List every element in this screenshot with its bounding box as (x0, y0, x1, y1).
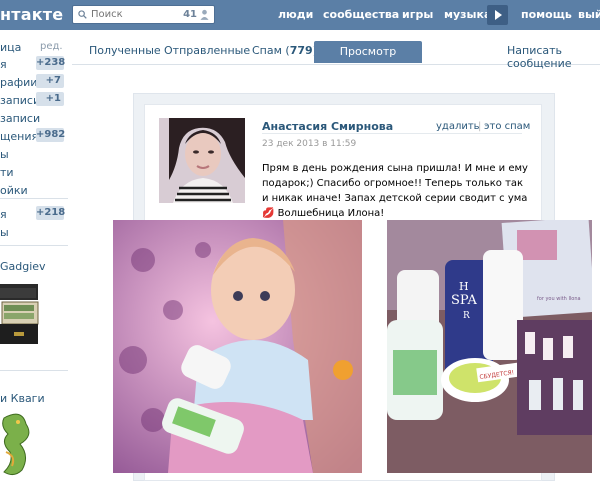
sidebar-badge[interactable]: +218 (36, 206, 65, 220)
author-avatar[interactable] (159, 118, 245, 203)
nav-help[interactable]: помощь (521, 8, 572, 21)
ad-title[interactable]: и Кваги (0, 392, 45, 405)
dragon-image[interactable] (0, 408, 36, 478)
action-separator: | (478, 121, 482, 132)
sidebar-divider (0, 370, 68, 371)
box-label: for you with Ilona (537, 296, 581, 302)
play-button[interactable] (487, 5, 508, 25)
sidebar-item-apps[interactable]: я (0, 208, 7, 221)
sidebar-item-messages[interactable]: щения (0, 130, 38, 143)
message-author[interactable]: Анастасия Смирнова (262, 120, 393, 133)
nav-communities[interactable]: сообщества (323, 8, 399, 21)
sidebar-item-news[interactable]: ти (0, 166, 14, 179)
search-icon (78, 10, 87, 19)
nav-music[interactable]: музыка (444, 8, 491, 21)
report-spam-link[interactable]: это спам (484, 121, 530, 132)
nav-people[interactable]: люди (278, 8, 313, 21)
sidebar-item-friends[interactable]: я (0, 58, 7, 71)
tab-spam[interactable]: Спам (779) (252, 44, 317, 57)
nav-logout[interactable]: вый (578, 8, 600, 21)
nav-games[interactable]: игры (402, 8, 433, 21)
left-sidebar: ица ред. я +238 рафии +7 записи +1 запис… (0, 30, 72, 479)
message-date: 23 дек 2013 в 11:59 (262, 139, 357, 149)
sidebar-item-groups[interactable]: ы (0, 148, 9, 161)
sidebar-item-audio[interactable]: записи (0, 112, 40, 125)
message-text: Прям в день рождения сына пришла! И мне … (262, 163, 528, 219)
tab-view-message[interactable]: Просмотр сообщения (314, 41, 422, 80)
sidebar-badge[interactable]: +1 (36, 92, 64, 106)
search-count: 41 (183, 9, 197, 20)
sidebar-edit-link[interactable]: ред. (40, 41, 63, 52)
sidebar-badge[interactable]: +7 (36, 74, 64, 88)
top-header: нтакте 41 люди сообщества игры музыка по… (0, 0, 600, 30)
sidebar-divider (0, 198, 68, 199)
brand-h: H (459, 280, 469, 293)
attached-photo-baby[interactable] (113, 220, 362, 473)
header-divider (262, 133, 522, 134)
delete-link[interactable]: удалить (436, 121, 480, 132)
sidebar-item-games[interactable]: ы (0, 226, 9, 239)
tab-spam-label: Спам (252, 44, 282, 57)
brand-r: R (463, 311, 470, 321)
sidebar-divider (0, 245, 68, 246)
sidebar-item-videos[interactable]: записи (0, 94, 40, 107)
spam-count: 779 (289, 44, 313, 57)
tab-received[interactable]: Полученные (89, 44, 161, 57)
sidebar-badge[interactable]: +982 (36, 128, 65, 142)
briefcase-image[interactable] (0, 276, 40, 356)
tab-write-message[interactable]: Написать сообщение (507, 44, 600, 70)
site-logo[interactable]: нтакте (0, 5, 63, 24)
brand-spa: SPA (451, 293, 477, 308)
sidebar-item-page[interactable]: ица (0, 41, 21, 54)
tab-sent[interactable]: Отправленные (164, 44, 250, 57)
ad-title[interactable]: Gadgiev (0, 260, 46, 273)
sidebar-badge[interactable]: +238 (36, 56, 65, 70)
sidebar-item-photos[interactable]: рафии (0, 76, 37, 89)
sidebar-item-settings[interactable]: ойки (0, 184, 28, 197)
person-icon[interactable] (200, 9, 209, 20)
search-box[interactable]: 41 (72, 5, 215, 24)
search-input[interactable] (89, 7, 181, 22)
attached-photo-products[interactable]: H SPA R СБУДЕТСЯ! for you with Ilona (387, 220, 592, 473)
